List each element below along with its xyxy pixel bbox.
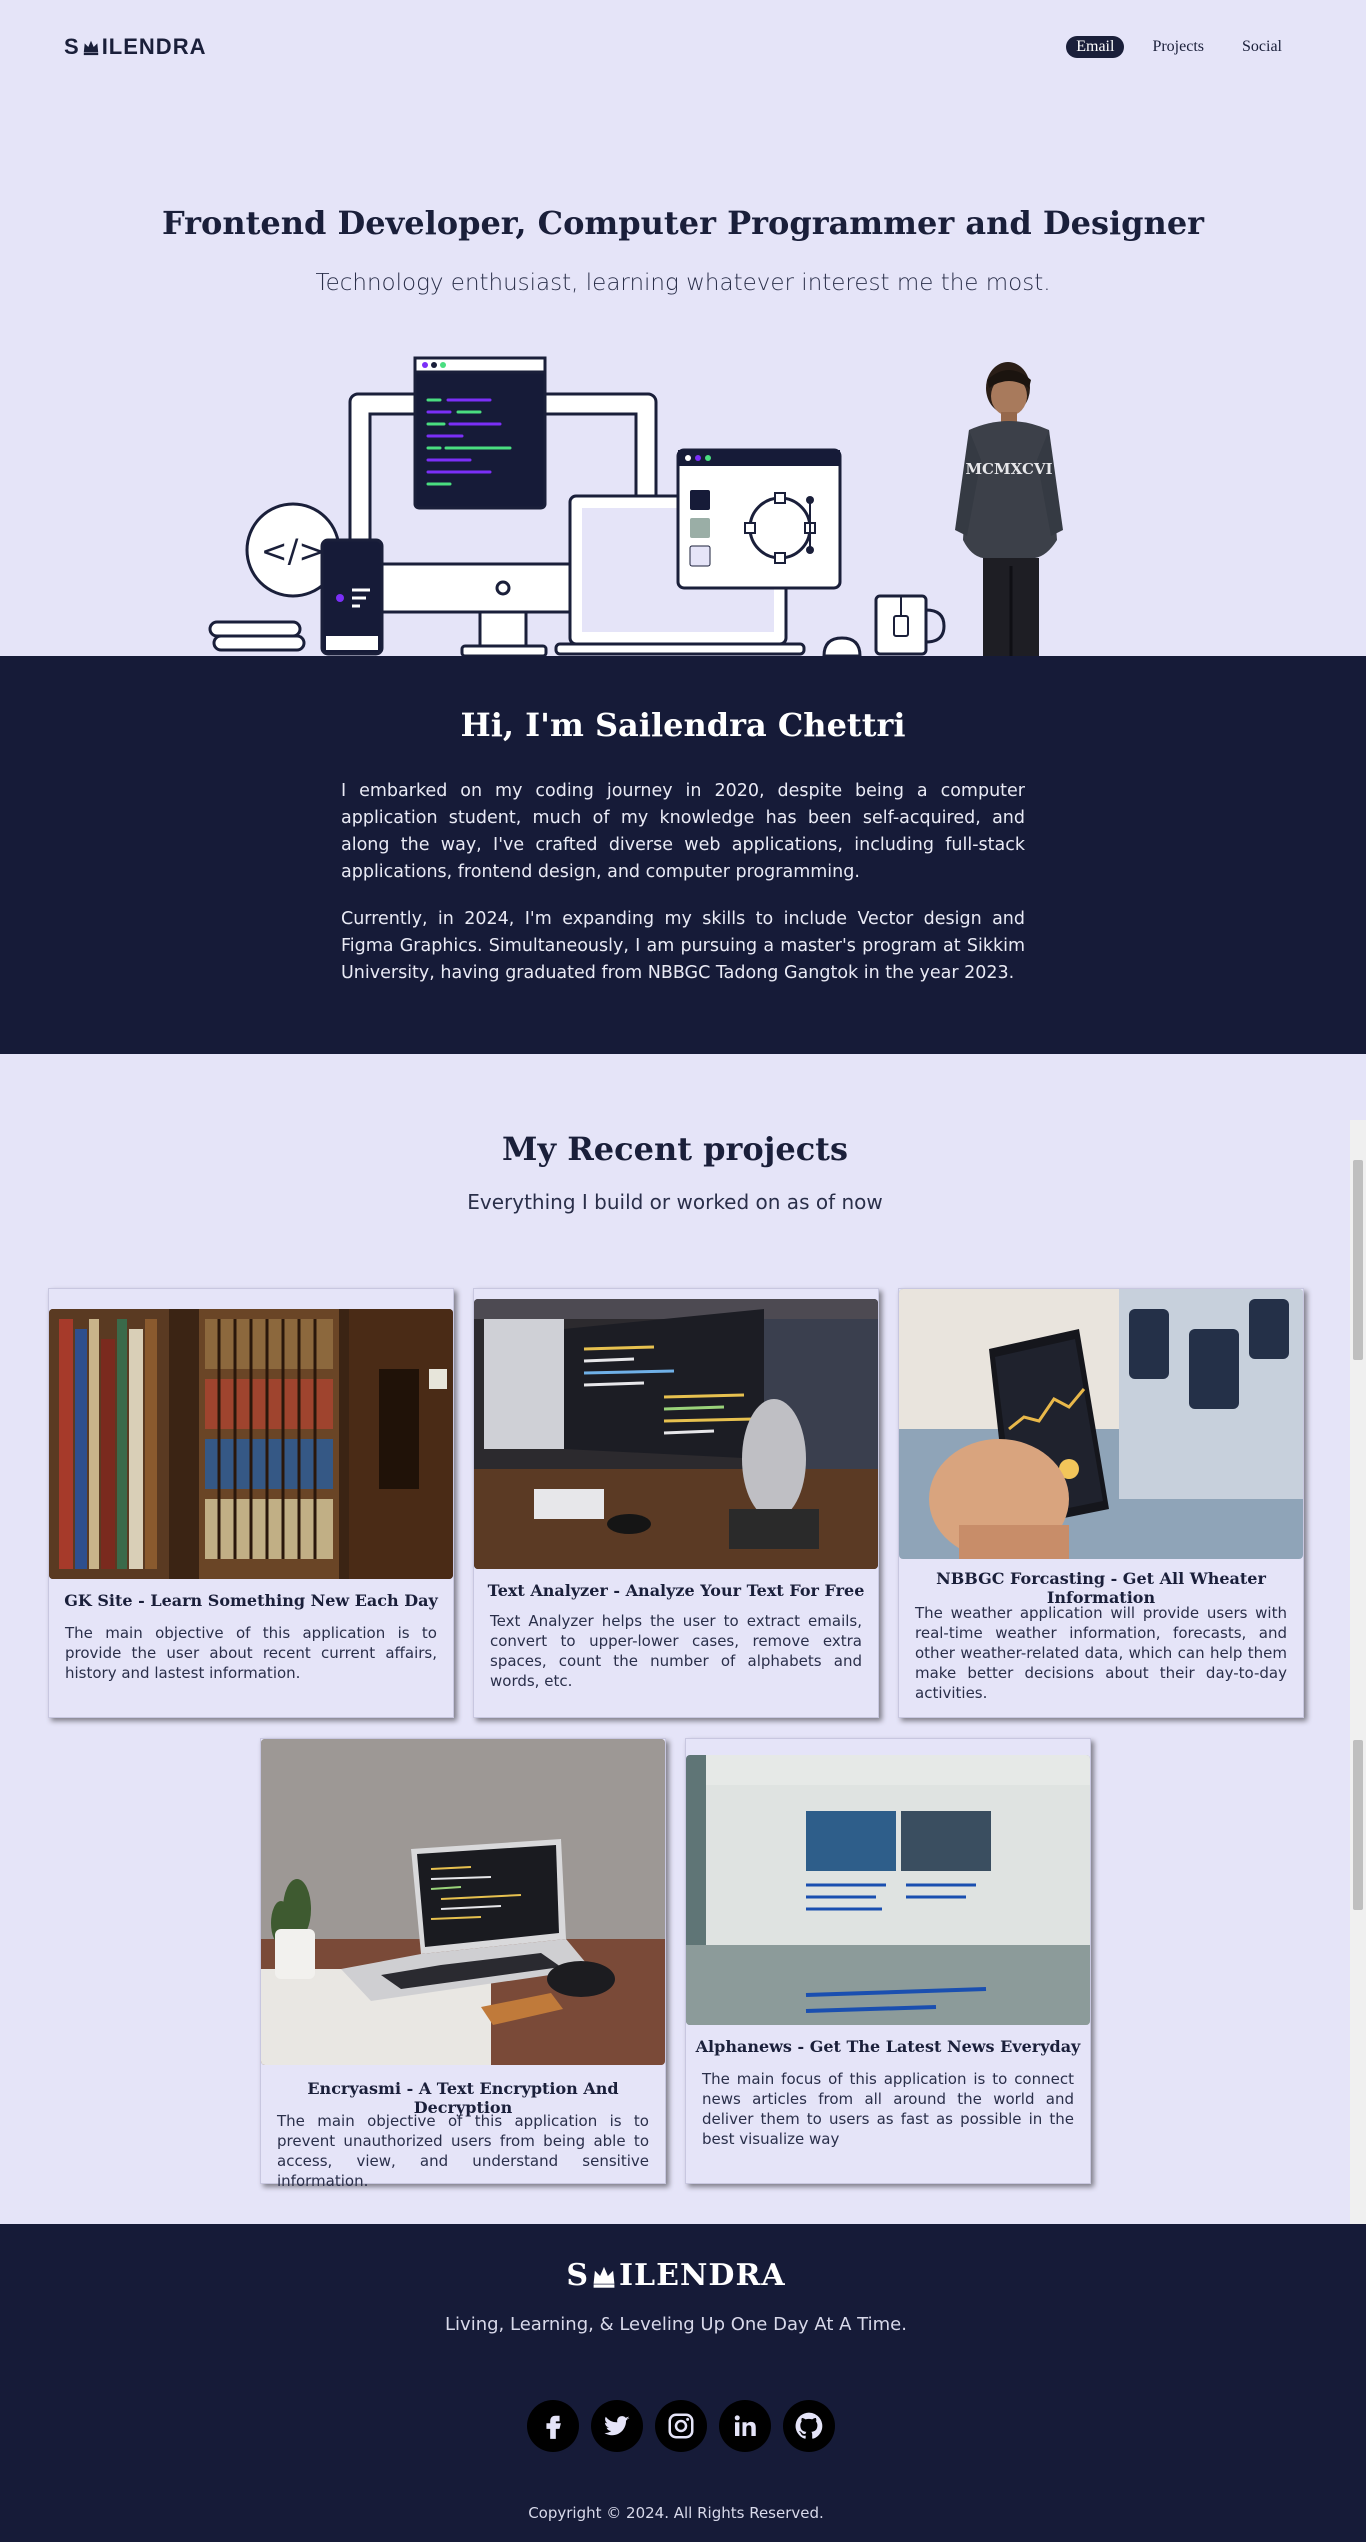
hero-subtitle: Technology enthusiast, learning whatever… (315, 270, 1051, 296)
projects-title: My Recent projects (502, 1130, 848, 1168)
footer-logo[interactable]: S ILENDRA (0, 2258, 1352, 2293)
logo-prefix: S (64, 34, 80, 59)
social-links (527, 2400, 835, 2452)
crown-icon (593, 2266, 615, 2288)
mouse-icon (822, 636, 862, 658)
project-image-news-screen (686, 1755, 1090, 2025)
project-card-text-analyzer[interactable]: Text Analyzer - Analyze Your Text For Fr… (473, 1288, 879, 1718)
nav-projects[interactable]: Projects (1142, 36, 1214, 58)
nav-social[interactable]: Social (1232, 36, 1292, 58)
logo[interactable]: S ILENDRA (64, 34, 206, 60)
about-heading: Hi, I'm Sailendra Chettri (460, 706, 906, 744)
projects-subtitle: Everything I build or worked on as of no… (467, 1190, 883, 1214)
project-card-alphanews[interactable]: Alphanews - Get The Latest News Everyday… (685, 1738, 1091, 2184)
project-card-nbbgc-forcasting[interactable]: NBBGC Forcasting - Get All Wheater Infor… (898, 1288, 1304, 1718)
crown-icon (83, 40, 98, 56)
copyright: Copyright © 2024. All Rights Reserved. (528, 2504, 824, 2522)
phone-illustration (320, 538, 384, 656)
books-icon (208, 620, 306, 652)
project-image-library (49, 1309, 453, 1579)
twitter-icon[interactable] (591, 2400, 643, 2452)
linkedin-icon[interactable] (719, 2400, 771, 2452)
project-description: Text Analyzer helps the user to extract … (490, 1612, 862, 1690)
project-card-encryasmi[interactable]: Encryasmi - A Text Encryption And Decryp… (260, 1738, 666, 2190)
facebook-icon[interactable] (527, 2400, 579, 2452)
about-paragraph-1: I embarked on my coding journey in 2020,… (341, 781, 1025, 882)
nav-menu: Email Projects Social (1066, 36, 1292, 58)
project-title: Alphanews - Get The Latest News Everyday (695, 2037, 1081, 2056)
profile-photo: MCMXCVI (955, 362, 1063, 660)
scrollbar-thumb-1[interactable] (1353, 1160, 1363, 1360)
instagram-icon[interactable] (655, 2400, 707, 2452)
nav-email[interactable]: Email (1066, 36, 1125, 58)
project-description: The main objective of this application i… (277, 2112, 649, 2190)
project-image-phone-app (899, 1289, 1303, 1559)
project-description: The main focus of this application is to… (702, 2070, 1074, 2148)
design-window (676, 448, 842, 590)
hero-title: Frontend Developer, Computer Programmer … (161, 204, 1205, 242)
project-description: The weather application will provide use… (915, 1604, 1287, 1702)
project-title: NBBGC Forcasting - Get All Wheater Infor… (936, 1569, 1266, 1607)
footer-logo-suffix: ILENDRA (619, 2258, 786, 2293)
mug-icon (874, 594, 946, 656)
about-section: Hi, I'm Sailendra Chettri I embarked on … (0, 656, 1366, 1054)
project-title: GK Site - Learn Something New Each Day (64, 1591, 438, 1610)
footer-logo-prefix: S (566, 2258, 590, 2293)
svg-text:MCMXCVI: MCMXCVI (965, 460, 1052, 478)
project-image-code-monitor (474, 1299, 878, 1569)
project-image-laptop (261, 1739, 665, 2065)
header: S ILENDRA Email Projects Social (0, 0, 1366, 96)
code-window (413, 356, 547, 510)
project-card-gk-site[interactable]: GK Site - Learn Something New Each Day T… (48, 1288, 454, 1718)
github-icon[interactable] (783, 2400, 835, 2452)
scrollbar-thumb-2[interactable] (1353, 1740, 1363, 1910)
logo-suffix: ILENDRA (101, 34, 207, 59)
project-description: The main objective of this application i… (65, 1624, 437, 1682)
footer: S ILENDRA Living, Learning, & Leveling U… (0, 2224, 1366, 2542)
page: S ILENDRA Email Projects Social Frontend… (0, 0, 1366, 2542)
svg-text:</>: </> (261, 532, 325, 570)
project-title: Text Analyzer - Analyze Your Text For Fr… (487, 1581, 865, 1600)
footer-tagline: Living, Learning, & Leveling Up One Day … (445, 2314, 907, 2335)
about-paragraph-2: Currently, in 2024, I'm expanding my ski… (341, 909, 1025, 983)
